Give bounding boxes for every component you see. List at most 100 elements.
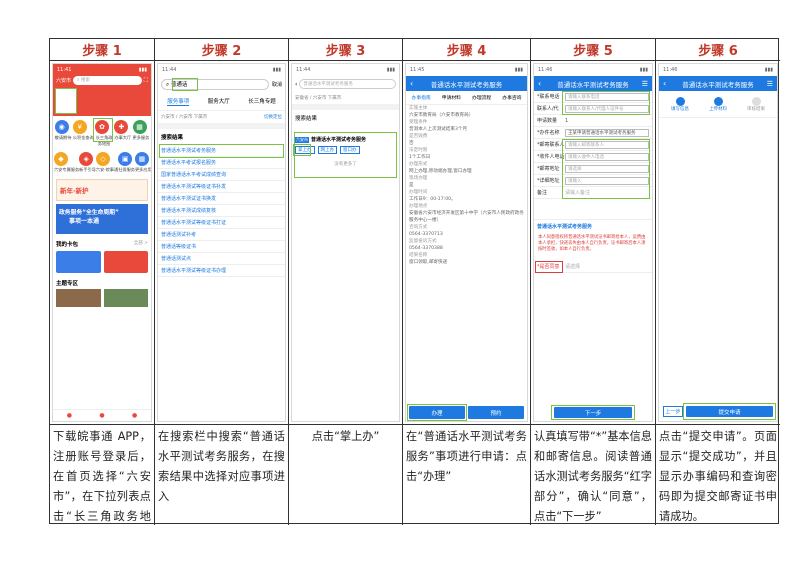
progress-steps: 填写信息 上传材料 审核结果 [659, 91, 777, 114]
promo-banner[interactable]: 政务服务“全生命周期” 事项一本通 [56, 204, 148, 234]
card-header: 我的卡包 全部 > [56, 241, 148, 248]
search-input[interactable]: 普通话水平测试考务服务 [299, 79, 396, 89]
agree-row[interactable]: *是否同意 请选择 [534, 261, 652, 273]
tab-guide[interactable]: 办事指南 [412, 94, 431, 101]
step-dot-3 [751, 97, 761, 106]
topic-list [53, 289, 151, 307]
news-banner[interactable]: 新年·新护 [56, 179, 148, 201]
book-button[interactable]: 预约 [468, 406, 524, 419]
more-icon[interactable]: ▦ [132, 120, 147, 134]
tab-bar: 办事指南 申请材料 办理流程 办事咨询 [406, 91, 527, 105]
topic-2[interactable] [103, 289, 148, 307]
step-3-screenshot: 11:44 ▮▮▮ ‹ 普通话水平测试考务服务 安徽省 / 六安市 下属市 搜索结… [289, 61, 403, 425]
step-dot-1 [675, 97, 685, 106]
me-tab-icon[interactable]: ● [132, 412, 137, 419]
status-bar: 11:41 ▮▮▮ [57, 67, 147, 73]
result-item[interactable]: 普通话测试点 [158, 253, 285, 265]
result-item[interactable]: 普通话水平测试等级证书办理 [158, 265, 285, 277]
back-icon[interactable]: ‹ [410, 79, 413, 88]
next-button[interactable]: 下一步 [551, 405, 635, 420]
title-bar: ‹ 普通话水平测试考务服务 ☰ [659, 76, 777, 91]
status-bar: 11:44 ▮▮▮ [296, 67, 395, 73]
social-icon[interactable]: ▣ [118, 152, 133, 166]
topic-1[interactable] [56, 289, 101, 307]
title-bar: ‹ 普通话水平测试考务服务 ☰ [534, 76, 652, 91]
result-item[interactable]: 普通话水平考试报名服务 [158, 157, 285, 169]
case-name-field[interactable]: 王某申请普通话水平测试考务服务 [565, 128, 649, 137]
wait-icon[interactable]: ◉ [54, 120, 69, 134]
result-item[interactable]: 国家普通话水平考试成绩查询 [158, 169, 285, 181]
result-item[interactable]: 普通话水平测试证书换发 [158, 193, 285, 205]
cancel-button[interactable]: 取消 [272, 81, 282, 88]
result-item[interactable]: 普通话水平测试等级证书打证 [158, 217, 285, 229]
prev-button[interactable]: 上一步 [663, 406, 683, 417]
step-2-header: 步骤 2 [155, 39, 289, 61]
result-item[interactable]: 普通话水平测试成绩复核 [158, 205, 285, 217]
status-bar: 11:46 ▮▮▮ [538, 67, 648, 73]
phone-submit: 11:46 ▮▮▮ ‹ 普通话水平测试考务服务 ☰ 填写信息 上传材料 审核结果 上一… [658, 63, 778, 422]
back-icon[interactable]: ‹ [295, 81, 297, 88]
tab-bar: 服务事项 服务大厅 长三角专题 [158, 93, 285, 111]
liuan-icon[interactable]: ◆ [54, 152, 68, 166]
search-input[interactable]: ⌕ 搜索 [73, 76, 142, 85]
wst-icon[interactable]: ◇ [95, 152, 110, 166]
section-title: 搜索结果 [161, 135, 184, 141]
step-3-description: 点击“掌上办” [289, 425, 403, 525]
service-tab-icon[interactable]: ● [99, 412, 104, 419]
tab-consult[interactable]: 办事咨询 [502, 94, 521, 101]
service-icons-row-1: ◉ 敬请期待 ¥ 公积金查询 ✿ 长三角政务地图 ✚ 办事大厅 ▦ 更多服务 [53, 116, 151, 149]
scan-icon[interactable]: ⛶ [144, 77, 148, 85]
step-5-screenshot: 11:46 ▮▮▮ ‹ 普通话水平测试考务服务 ☰ *联系电话 请输入联系电话 联系人/… [531, 61, 656, 425]
menu-icon[interactable]: ☰ [767, 80, 773, 88]
bottom-nav: ● ● ● [53, 409, 151, 421]
card-1[interactable] [56, 251, 101, 273]
tab-items[interactable]: 服务事项 [167, 97, 190, 106]
hall-icon[interactable]: ✚ [114, 120, 129, 134]
status-bar: 11:46 ▮▮▮ [663, 67, 773, 73]
notice-text: 本人同意授权将普通话水平测试证书邮寄给本人，运费由本人承担，快递丢失由本人自行负… [538, 235, 646, 252]
action-bar: 上一步 提交申请 [663, 403, 776, 420]
step-1-screenshot: 11:41 ▮▮▮ 六安市 ⌕ 搜索 ⛶ ◉ 敬请期待 ¥ 公积金查询 ✿ 长三角政务地… [50, 61, 155, 425]
apps-icon[interactable]: ▦ [134, 152, 149, 166]
step-5-description: 认真填写带“*”基本信息和邮寄信息。阅读普通话水测试考务服务“红字部分”，确认“… [531, 425, 656, 525]
tab-hall[interactable]: 服务大厅 [208, 97, 230, 106]
step-5-header: 步骤 5 [531, 39, 656, 61]
status-bar: 11:44 ▮▮▮ [162, 67, 281, 73]
phone-result: 11:44 ▮▮▮ ‹ 普通话水平测试考务服务 安徽省 / 六安市 下属市 搜索结… [291, 63, 400, 422]
back-icon[interactable]: ‹ [538, 79, 541, 88]
step-1-description: 下载皖事通 APP，注册账号登录后，在首页选择“六安市”，在下拉列表点击“长三角… [50, 425, 155, 525]
step-3-header: 步骤 3 [289, 39, 403, 61]
result-item[interactable]: 普通话等级证书 [158, 241, 285, 253]
city-dropdown-highlight [55, 88, 77, 114]
guide-icon[interactable]: ◈ [79, 152, 94, 166]
city-select[interactable]: 六安市 [56, 77, 71, 84]
apply-button[interactable]: 办理 [407, 404, 467, 421]
back-icon[interactable]: ‹ [663, 79, 666, 88]
home-header: 11:41 ▮▮▮ 六安市 ⌕ 搜索 ⛶ [53, 64, 151, 116]
phone-home: 11:41 ▮▮▮ 六安市 ⌕ 搜索 ⛶ ◉ 敬请期待 ¥ 公积金查询 ✿ 长三角政务地… [52, 63, 152, 422]
fund-icon[interactable]: ¥ [72, 120, 87, 134]
search-bar: ⌕ 普通话 取消 [158, 76, 285, 93]
tab-process[interactable]: 办理流程 [472, 94, 491, 101]
phone-guide: 11:45 ▮▮▮ ‹ 普通话水平测试考务服务 办事指南 申请材料 办理流程 办事咨… [405, 63, 528, 422]
submit-button[interactable]: 提交申请 [683, 403, 776, 420]
result-item[interactable]: 普通话测试补考 [158, 229, 285, 241]
step-2-description: 在搜索栏中搜索“普通话水平测试考务服务，在搜索结果中选择对应事项进入 [155, 425, 289, 525]
result-item[interactable]: 普通话水平测试等级证书补发 [158, 181, 285, 193]
form-fields: *联系电话 请输入联系电话 联系人/代 请输入联系人/代理人证件号 申请数量 1 *办… [534, 91, 652, 199]
location-row: 安徽省 / 六安市 下属市 [295, 96, 342, 101]
tab-yrd[interactable]: 长三角专题 [248, 97, 276, 106]
step-1-header: 步骤 1 [50, 39, 155, 61]
step-2-screenshot: 11:44 ▮▮▮ ⌕ 普通话 取消 服务事项 服务大厅 长三角专题 六安市 / … [155, 61, 289, 425]
title-bar: ‹ 普通话水平测试考务服务 [406, 76, 527, 91]
step-4-description: 在“普通话水平测试考务服务”事项进行申请：点击“办理” [403, 425, 531, 525]
card-2[interactable] [103, 251, 148, 273]
location-row: 六安市 / 六安市 下属市 切换定位 [161, 115, 282, 120]
step-dot-2 [713, 97, 723, 106]
menu-icon[interactable]: ☰ [642, 80, 648, 88]
guide-fields: 实施主体 六安市教育局（六安市教育局） 受理条件 普测本人上次测试结束3个月 是… [409, 106, 524, 265]
home-tab-icon[interactable]: ● [67, 412, 72, 419]
tab-material[interactable]: 申请材料 [442, 94, 461, 101]
search-icon: ⌕ [166, 82, 170, 88]
status-bar: 11:45 ▮▮▮ [410, 67, 523, 73]
